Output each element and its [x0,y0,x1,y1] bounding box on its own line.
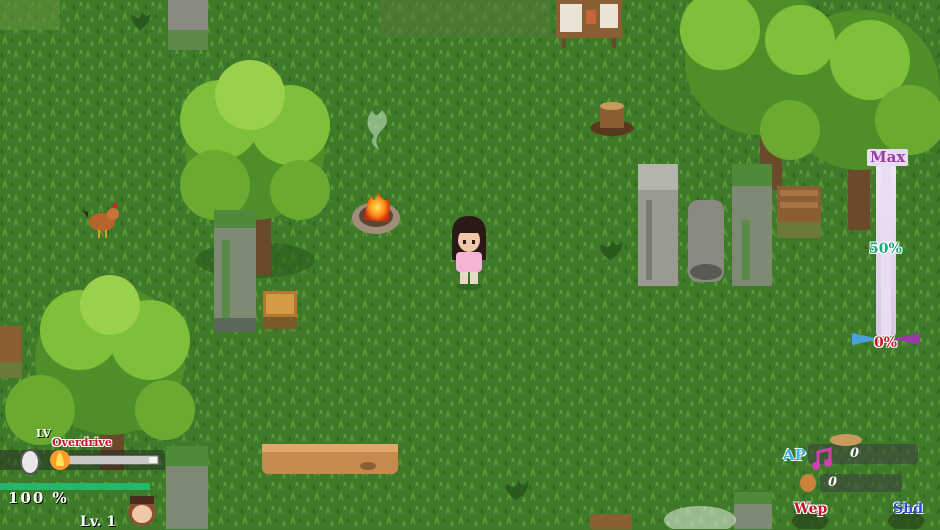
ap-value: 0 [850,446,860,461]
ap-label: AP [783,446,806,464]
level-badge-label: LV [36,427,51,440]
stump-icon [830,434,862,446]
gauge-max-label: Max [867,149,909,166]
shield-icon [20,449,40,475]
fallen-log [262,444,398,474]
wooden-crate-left-edge [0,326,22,378]
fallen-log-upright [688,200,724,282]
gauge-mid-label: 50% [869,241,902,257]
weapon-slot-label[interactable]: Wep [794,502,827,516]
stone-pillar-bottom [166,446,208,529]
stone-pillar-bottom-right [734,492,772,529]
overdrive-bar-fill [68,456,149,464]
wooden-crate-right [777,186,821,238]
item-count: 0 [828,475,838,490]
stone-pillar-ruin-2 [732,164,772,286]
wooden-crate-bottom [590,514,632,529]
wooden-crate [263,291,297,329]
grass-patch [0,0,60,30]
overdrive-label: Overdrive [52,436,112,449]
dirt-patch [380,0,550,38]
player-level: Lv. 1 [80,514,117,530]
npc-portrait [128,496,156,526]
hp-percent: 100 % [8,489,69,507]
stone-pillar-top [168,0,208,50]
stone-pillar-mossy [214,210,256,332]
item-pouch-icon [800,474,816,492]
gauge-min-label: 0% [874,335,898,351]
player-status-panel [0,449,165,490]
stone-pillar-ruin-1 [638,164,678,286]
shield-slot-label[interactable]: Shd [893,502,923,516]
